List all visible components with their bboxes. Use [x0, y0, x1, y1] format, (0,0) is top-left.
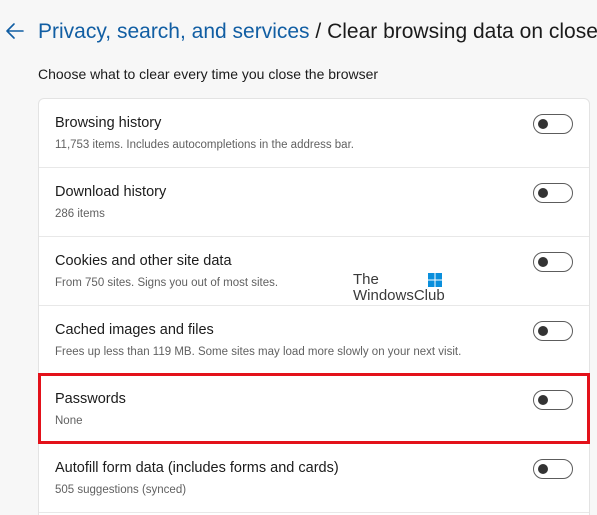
setting-row-download-history: Download history 286 items: [39, 168, 589, 237]
windows-logo-icon: [428, 273, 442, 287]
page-title-text: Clear browsing data on close: [327, 20, 597, 43]
back-button[interactable]: [4, 20, 30, 44]
setting-label: Cookies and other site data: [55, 253, 232, 269]
watermark: The WindowsClub: [353, 272, 453, 308]
setting-description: None: [55, 415, 83, 427]
settings-page: Privacy, search, and services / Clear br…: [0, 0, 597, 515]
breadcrumb-link[interactable]: Privacy, search, and services: [38, 20, 310, 43]
toggle-knob: [538, 326, 548, 336]
cookies-toggle[interactable]: [533, 252, 573, 272]
page-title: Privacy, search, and services / Clear br…: [38, 16, 597, 48]
settings-card: Browsing history 11,753 items. Includes …: [38, 98, 590, 515]
page-header: Privacy, search, and services / Clear br…: [0, 14, 597, 50]
setting-row-browsing-history: Browsing history 11,753 items. Includes …: [39, 99, 589, 168]
setting-description: From 750 sites. Signs you out of most si…: [55, 277, 279, 289]
section-subtitle: Choose what to clear every time you clos…: [38, 66, 379, 82]
setting-label: Download history: [55, 184, 167, 200]
autofill-toggle[interactable]: [533, 459, 573, 479]
breadcrumb-separator: /: [309, 20, 328, 43]
setting-description: 505 suggestions (synced): [55, 484, 187, 496]
setting-row-passwords: Passwords None: [39, 375, 589, 444]
toggle-knob: [538, 257, 548, 267]
setting-label: Browsing history: [55, 115, 162, 131]
cached-images-toggle[interactable]: [533, 321, 573, 341]
setting-description: Frees up less than 119 MB. Some sites ma…: [55, 346, 462, 358]
toggle-knob: [538, 188, 548, 198]
setting-label: Passwords: [55, 391, 126, 407]
watermark-line2: WindowsClub: [353, 287, 445, 304]
toggle-knob: [538, 464, 548, 474]
passwords-toggle[interactable]: [533, 390, 573, 410]
download-history-toggle[interactable]: [533, 183, 573, 203]
browsing-history-toggle[interactable]: [533, 114, 573, 134]
setting-row-autofill: Autofill form data (includes forms and c…: [39, 444, 589, 513]
toggle-knob: [538, 395, 548, 405]
setting-label: Cached images and files: [55, 322, 214, 338]
watermark-line1: The: [353, 271, 379, 288]
setting-label: Autofill form data (includes forms and c…: [55, 460, 339, 476]
setting-row-cookies: Cookies and other site data From 750 sit…: [39, 237, 589, 306]
arrow-left-icon: [6, 23, 24, 39]
setting-description: 286 items: [55, 208, 105, 220]
toggle-knob: [538, 119, 548, 129]
setting-description: 11,753 items. Includes autocompletions i…: [55, 139, 354, 151]
setting-row-cached-images: Cached images and files Frees up less th…: [39, 306, 589, 375]
